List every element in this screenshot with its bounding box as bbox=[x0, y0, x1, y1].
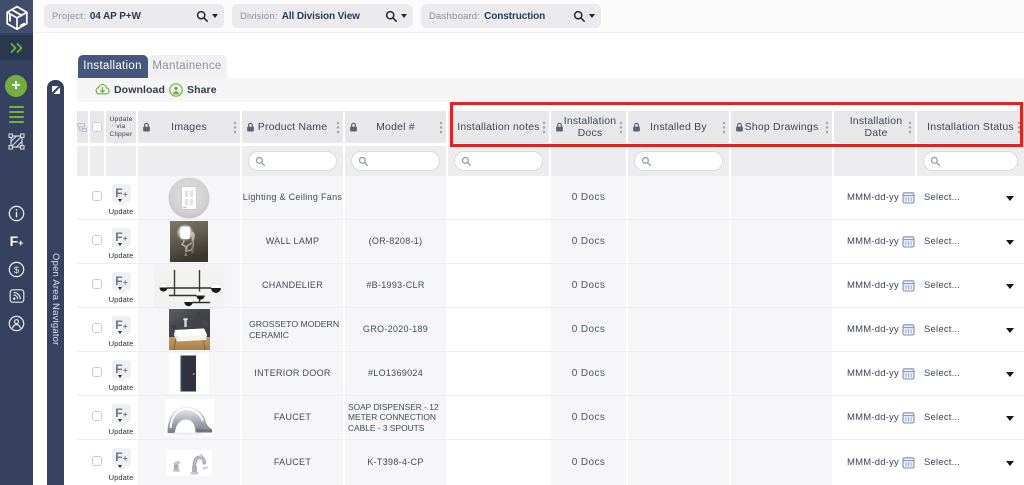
svg-text:$: $ bbox=[14, 265, 20, 276]
